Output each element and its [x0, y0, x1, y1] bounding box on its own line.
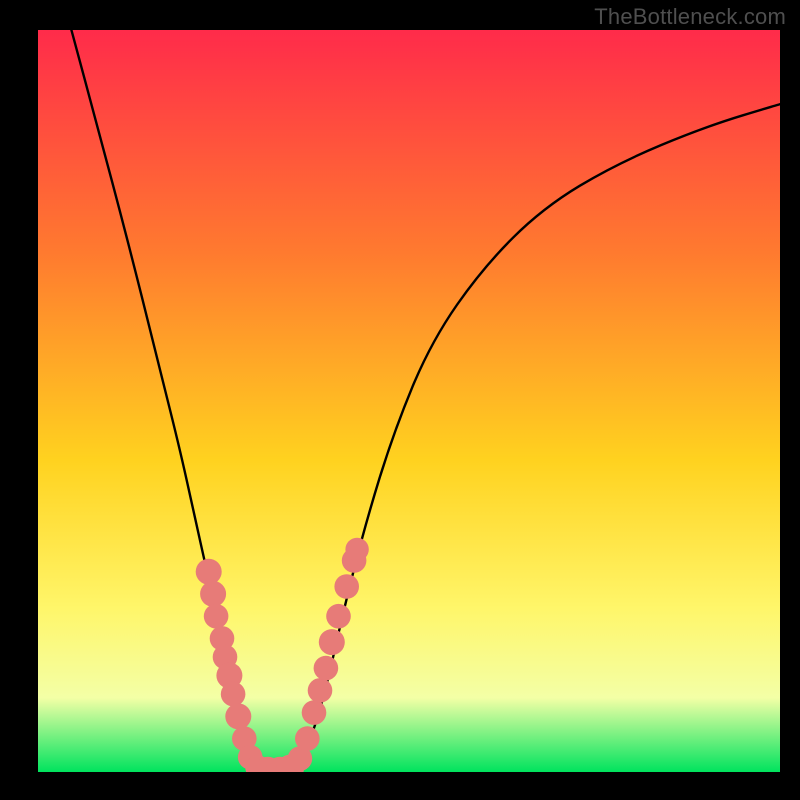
marker-dot — [314, 656, 339, 681]
marker-dot — [295, 726, 320, 751]
marker-dot — [319, 629, 345, 655]
marker-dot — [326, 604, 351, 629]
plot-area — [38, 30, 780, 772]
marker-dot — [221, 682, 246, 707]
marker-dot — [345, 538, 368, 561]
marker-dot — [196, 559, 222, 585]
frame: TheBottleneck.com — [0, 0, 800, 800]
marker-dot — [302, 700, 327, 725]
marker-dot — [225, 703, 251, 729]
marker-dot — [334, 574, 359, 599]
watermark-text: TheBottleneck.com — [594, 4, 786, 30]
marker-dot — [200, 581, 226, 607]
marker-dot — [204, 604, 229, 629]
bottleneck-chart — [38, 30, 780, 772]
marker-dot — [308, 678, 333, 703]
